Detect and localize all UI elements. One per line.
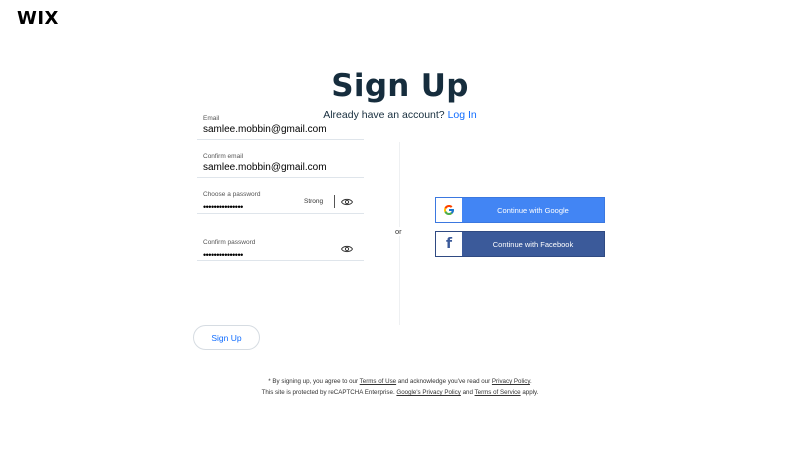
confirm-password-underline	[197, 260, 364, 261]
legal-text: * By signing up, you agree to our	[268, 378, 360, 385]
continue-with-facebook-button[interactable]: f Continue with Facebook	[435, 231, 605, 257]
confirm-password-input[interactable]: •••••••••••••••	[203, 250, 364, 260]
confirm-password-field[interactable]: Confirm password •••••••••••••••	[197, 239, 364, 261]
email-label: Email	[203, 115, 220, 122]
terms-of-use-link[interactable]: Terms of Use	[360, 378, 396, 385]
page-title: Sign Up	[331, 68, 469, 104]
facebook-icon: f	[445, 236, 453, 252]
password-strength: Strong	[304, 198, 324, 205]
legal-text: and	[460, 389, 475, 396]
eye-icon[interactable]	[341, 244, 353, 254]
strength-separator	[334, 195, 335, 208]
confirm-email-label: Confirm email	[203, 153, 244, 160]
continue-with-google-button[interactable]: Continue with Google	[435, 197, 605, 223]
email-input[interactable]: samlee.mobbin@gmail.com	[203, 124, 364, 135]
terms-of-service-link[interactable]: Terms of Service	[475, 389, 521, 396]
confirm-email-input[interactable]: samlee.mobbin@gmail.com	[203, 162, 364, 173]
legal-line-2: This site is protected by reCAPTCHA Ente…	[0, 389, 800, 396]
legal-text: .	[529, 378, 532, 385]
login-prompt: Already have an account? Log In	[0, 109, 800, 121]
confirm-password-label: Confirm password	[203, 239, 256, 246]
eye-icon[interactable]	[341, 197, 353, 207]
or-divider-text: or	[395, 227, 402, 236]
legal-text: This site is protected by reCAPTCHA Ente…	[261, 389, 397, 396]
privacy-policy-link[interactable]: Privacy Policy	[492, 378, 530, 385]
password-input[interactable]: •••••••••••••••	[203, 202, 364, 212]
password-label: Choose a password	[203, 191, 261, 198]
legal-text: and acknowledge you've read our	[396, 378, 492, 385]
facebook-icon-box: f	[436, 232, 462, 256]
wix-logo[interactable]: WIX	[17, 8, 59, 29]
continue-with-google-label: Continue with Google	[497, 205, 569, 215]
continue-with-facebook-label: Continue with Facebook	[492, 239, 574, 249]
password-underline	[197, 213, 364, 214]
email-field[interactable]: Email samlee.mobbin@gmail.com	[197, 115, 364, 140]
google-privacy-policy-link[interactable]: Google's Privacy Policy	[396, 389, 460, 396]
google-icon	[444, 205, 454, 215]
password-field[interactable]: Choose a password •••••••••••••••	[197, 191, 364, 214]
legal-text: apply.	[520, 389, 539, 396]
confirm-email-field[interactable]: Confirm email samlee.mobbin@gmail.com	[197, 153, 364, 178]
confirm-email-underline	[197, 177, 364, 178]
legal-line-1: * By signing up, you agree to our Terms …	[0, 378, 800, 385]
sign-up-button[interactable]: Sign Up	[193, 325, 260, 350]
email-underline	[197, 139, 364, 140]
google-icon-box	[436, 198, 462, 222]
login-link[interactable]: Log In	[448, 109, 477, 121]
